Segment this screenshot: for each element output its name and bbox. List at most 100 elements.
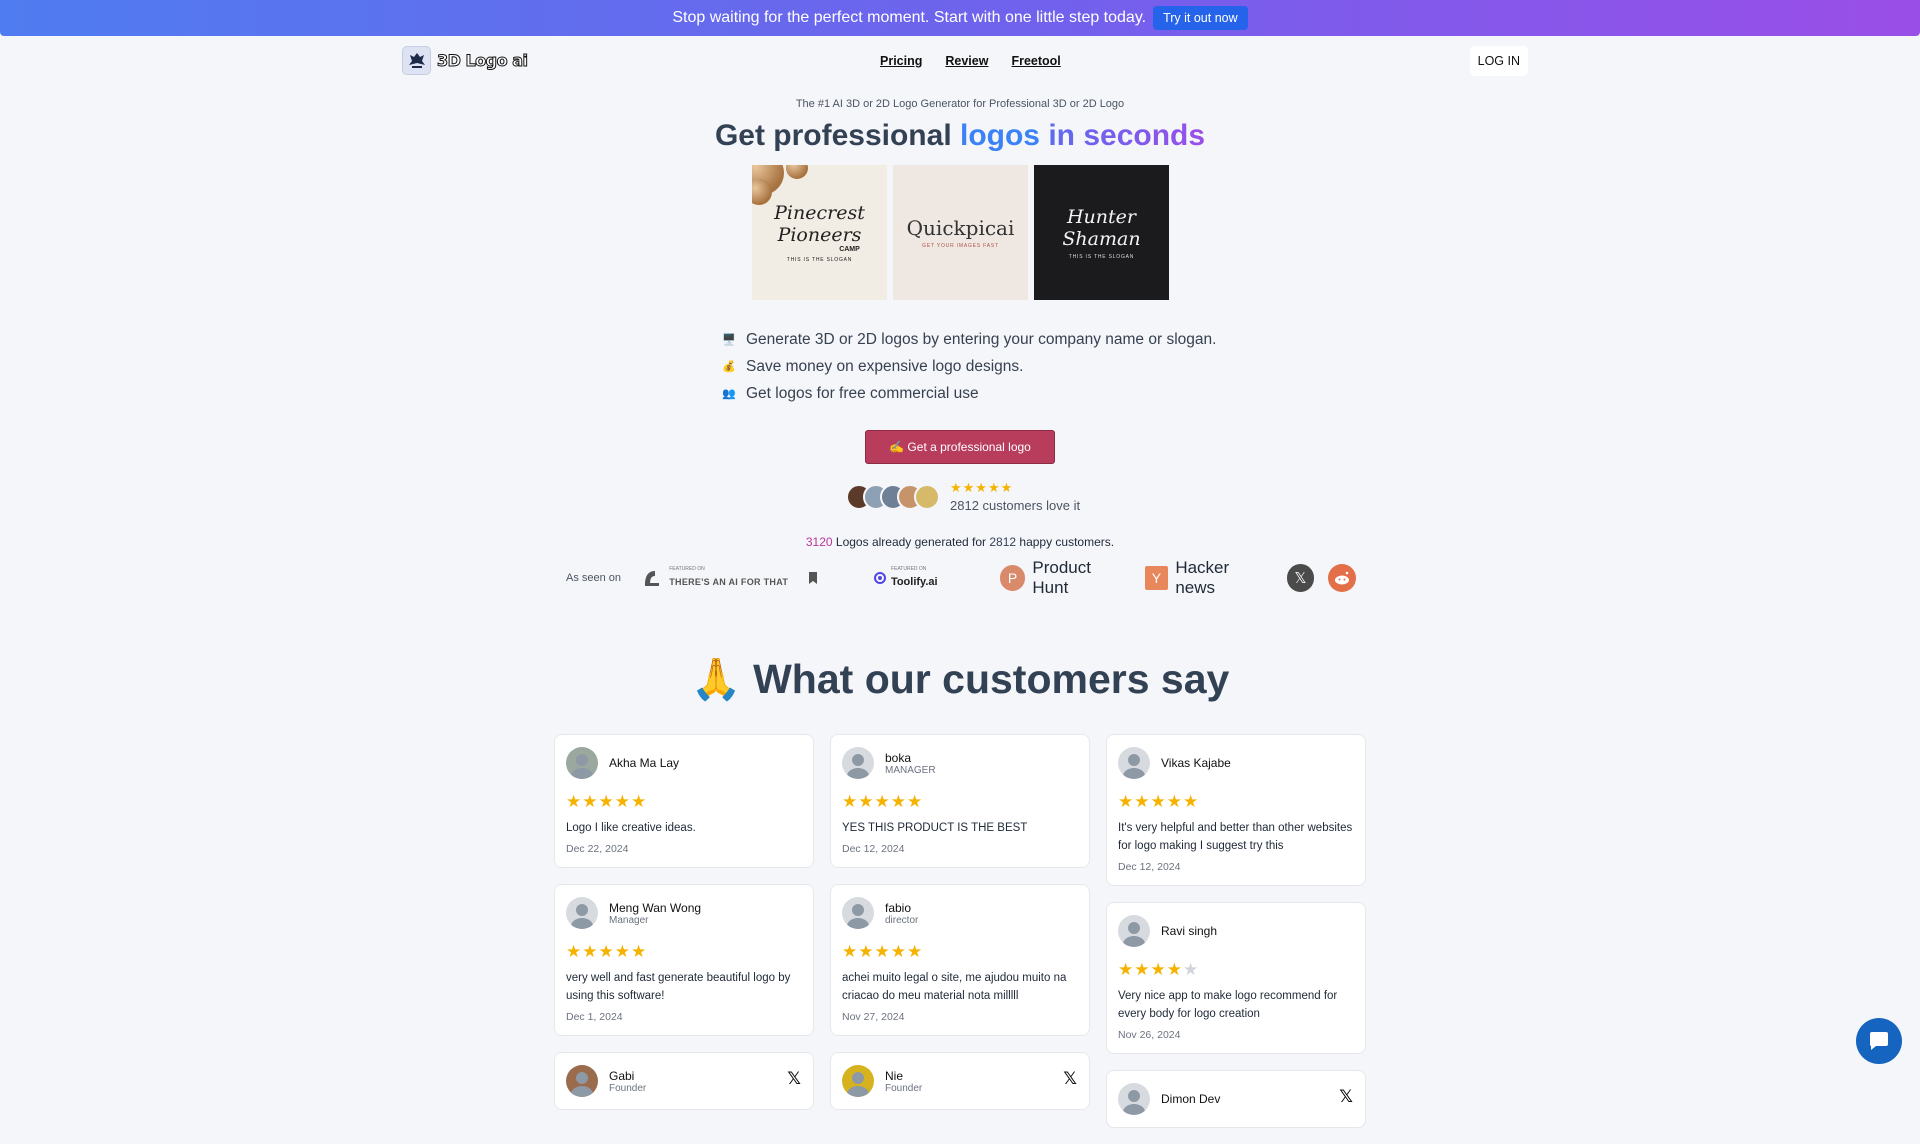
hero-title-accent: logos [960, 119, 1040, 152]
aift-name: THERE'S AN AI FOR THAT [669, 577, 789, 587]
sample-logo-pinecrest: Pinecrest Pioneers CAMP THIS IS THE SLOG… [752, 165, 887, 300]
reviewer-role: Manager [609, 914, 649, 926]
get-logo-button[interactable]: ✍️ Get a professional logo [865, 430, 1055, 464]
x-twitter-icon[interactable]: 𝕏 [787, 1069, 801, 1089]
customers-count: 2812 [989, 535, 1017, 549]
avatar [1118, 915, 1150, 947]
card-header: Nie Founder [842, 1065, 1078, 1097]
reviewer-name: fabio [885, 900, 912, 915]
reviewer-name: Dimon Dev [1161, 1092, 1221, 1106]
customers-love-text: 2812 customers love it [950, 498, 1081, 513]
feature-item: 💰 Save money on expensive logo designs. [722, 353, 1216, 380]
producthunt-badge[interactable]: P Product Hunt [999, 558, 1131, 598]
feature-item: 🖥️ Generate 3D or 2D logos by entering yo… [722, 326, 1216, 353]
brand-link[interactable]: 3D Logo ai [402, 46, 528, 75]
sample-logo-slogan: GET YOUR IMAGES FAST [922, 242, 999, 249]
customers-text: happy customers. [1016, 535, 1115, 549]
sample-logo-slogan: THIS IS THE SLOGAN [1068, 253, 1135, 260]
toolify-badge[interactable]: FEATURED ON Toolify.ai [873, 566, 1000, 590]
rating-stars: ★★★★★ [950, 480, 1014, 495]
top-nav: 3D Logo ai Pricing Review Freetool LOG I… [402, 46, 1528, 78]
sample-logo-extra: CAMP [839, 246, 860, 253]
testimonial-card: Meng Wan Wong Manager ★★★★★ very well and f… [554, 884, 814, 1036]
testimonial-column: Akha Ma Lay ★★★★★ Logo I like creative ide… [554, 734, 814, 1126]
card-header: Meng Wan Wong Manager [566, 897, 802, 929]
toolify-logo-icon [873, 572, 886, 584]
sample-logo-slogan: THIS IS THE SLOGAN [786, 257, 853, 263]
try-it-button[interactable]: Try it out now [1153, 6, 1248, 30]
reviewer-role: MANAGER [885, 764, 936, 776]
testimonial-column: boka MANAGER ★★★★★ YES THIS PRODUCT IS THE … [830, 734, 1090, 1126]
testimonial-card: fabio director ★★★★★ achei muito legal o si… [830, 884, 1090, 1036]
avatar [842, 1065, 874, 1097]
x-twitter-icon[interactable]: 𝕏 [1339, 1087, 1353, 1107]
review-text: very well and fast generate beautiful lo… [566, 972, 791, 1002]
money-bag-icon: 💰 [722, 361, 736, 373]
producthunt-label: Product Hunt [1032, 558, 1091, 597]
card-header: Dimon Dev [1118, 1083, 1354, 1115]
sample-logo-text: Quickpicai [906, 215, 1015, 240]
sample-logos: Pinecrest Pioneers CAMP THIS IS THE SLOG… [752, 165, 1169, 300]
reviewer-name: Vikas Kajabe [1161, 756, 1231, 770]
aift-featured: FEATURED ON [669, 566, 705, 572]
review-text: Logo I like creative ideas. [566, 822, 696, 834]
hero-title-gradient: in seconds [1040, 119, 1206, 152]
nav-freetool[interactable]: Freetool [1011, 54, 1060, 68]
reviewer-role: Founder [885, 1082, 923, 1094]
reddit-icon[interactable] [1328, 564, 1356, 592]
promo-text: Stop waiting for the perfect moment. Sta… [672, 9, 1147, 26]
feature-item: 👥 Get logos for free commercial use [722, 380, 1216, 407]
review-date: Dec 12, 2024 [1118, 861, 1181, 873]
avatar [842, 897, 874, 929]
review-text: YES THIS PRODUCT IS THE BEST [842, 822, 1028, 834]
feature-text: Generate 3D or 2D logos by entering your… [746, 330, 1217, 348]
reviewer-name: Akha Ma Lay [609, 756, 680, 770]
review-text: Very nice app to make logo recommend for… [1118, 990, 1338, 1020]
card-rating-stars: ★★★★★ [566, 942, 648, 961]
hackernews-badge[interactable]: Y Hacker news [1144, 558, 1273, 598]
x-twitter-icon[interactable]: 𝕏 [1063, 1069, 1077, 1089]
avatar [1118, 747, 1150, 779]
card-rating-stars: ★★★★★ [1118, 792, 1200, 811]
brand-name: 3D Logo ai [436, 51, 528, 71]
as-seen-on-label: As seen on [566, 572, 622, 584]
sample-logo-quickpicai: Quickpicai GET YOUR IMAGES FAST [893, 165, 1028, 300]
card-header: Vikas Kajabe [1118, 747, 1354, 779]
card-rating-stars: ★★★★★ [842, 942, 924, 961]
decor-ball [786, 165, 808, 179]
avatar [566, 1065, 598, 1097]
card-header: Akha Ma Lay [566, 747, 802, 779]
aift-logo-icon [645, 571, 660, 586]
nav-review[interactable]: Review [945, 54, 988, 68]
logos-text: Logos already generated for [832, 535, 990, 549]
testimonial-card: boka MANAGER ★★★★★ YES THIS PRODUCT IS THE … [830, 734, 1090, 868]
brand-logo-icon [402, 46, 431, 75]
review-text: achei muito legal o site, me ajudou muit… [842, 972, 1067, 1002]
testimonial-card: Ravi singh ★★★★★ Very nice app to make log… [1106, 902, 1366, 1054]
card-header: Gabi Founder [566, 1065, 802, 1097]
login-button[interactable]: LOG IN [1469, 46, 1528, 76]
review-date: Dec 1, 2024 [566, 1011, 623, 1023]
testimonial-card: Nie Founder 𝕏 [830, 1052, 1090, 1110]
theresanaiforthat-badge[interactable]: FEATURED ON THERE'S AN AI FOR THAT [641, 566, 869, 590]
hero-title: Get professional logos in seconds [0, 119, 1920, 153]
nav-pricing[interactable]: Pricing [880, 54, 922, 68]
testimonial-card: Akha Ma Lay ★★★★★ Logo I like creative ide… [554, 734, 814, 868]
avatar [842, 747, 874, 779]
social-proof: ★★★★★ 2812 customers love it [846, 480, 1080, 513]
review-date: Dec 22, 2024 [566, 843, 629, 855]
feature-list: 🖥️ Generate 3D or 2D logos by entering yo… [722, 326, 1216, 407]
feature-text: Save money on expensive logo designs. [746, 357, 1024, 375]
sample-logo-text: Pinecrest Pioneers [774, 202, 865, 246]
testimonial-column: Vikas Kajabe ★★★★★ It's very helpful and b… [1106, 734, 1366, 1144]
card-rating-stars: ★★★★★ [842, 792, 924, 811]
x-twitter-icon[interactable]: 𝕏 [1286, 564, 1315, 592]
reviewer-name: Nie [885, 1068, 904, 1083]
chat-widget-button[interactable] [1856, 1018, 1902, 1064]
review-date: Nov 26, 2024 [1118, 1029, 1181, 1041]
review-text: It's very helpful and better than other … [1118, 822, 1353, 852]
testimonials-title: 🙏 What our customers say [690, 656, 1230, 702]
review-date: Nov 27, 2024 [842, 1011, 905, 1023]
reviewer-name: Gabi [609, 1068, 635, 1083]
hackernews-label: Hacker news [1175, 558, 1230, 597]
